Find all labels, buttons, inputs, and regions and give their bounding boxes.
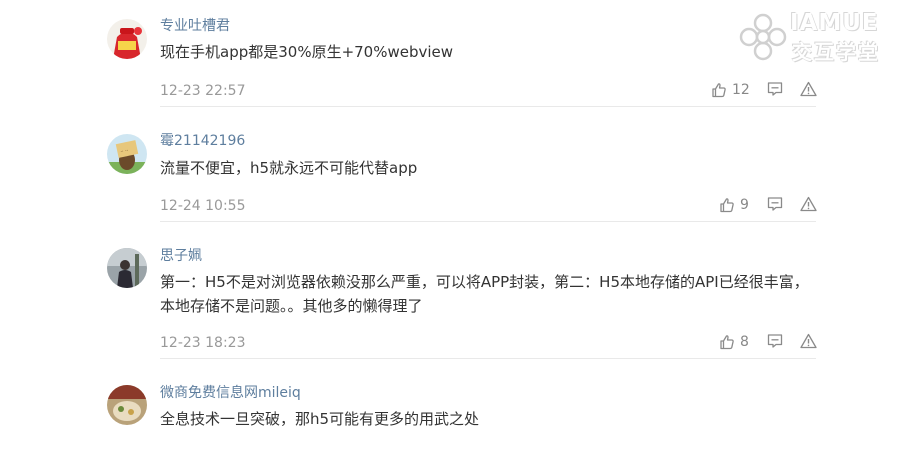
report-button[interactable] bbox=[800, 333, 817, 353]
comment-username[interactable]: 专业吐槽君 bbox=[160, 17, 230, 35]
avatar[interactable]: ·· ·· bbox=[107, 134, 147, 174]
warning-icon bbox=[800, 333, 817, 349]
comment-time: 12-23 22:57 bbox=[160, 83, 246, 99]
comment-time: 12-23 18:23 bbox=[160, 335, 246, 351]
avatar[interactable] bbox=[107, 385, 147, 425]
comment-icon bbox=[767, 197, 783, 211]
report-button[interactable] bbox=[800, 196, 817, 216]
reply-button[interactable] bbox=[767, 81, 783, 101]
warning-icon bbox=[800, 196, 817, 212]
comment-meta-row: 12-24 10:55 9 bbox=[160, 195, 817, 222]
avatar[interactable] bbox=[107, 248, 147, 288]
thumbs-up-icon bbox=[712, 83, 726, 98]
watermark-title: IAMUE bbox=[790, 10, 879, 36]
thumbs-up-icon bbox=[720, 198, 734, 213]
report-button[interactable] bbox=[800, 81, 817, 101]
like-button[interactable]: 12 bbox=[711, 80, 750, 100]
avatar[interactable] bbox=[107, 19, 147, 59]
comment-username[interactable]: 微商免费信息网mileiq bbox=[160, 384, 301, 402]
comment-content: 流量不便宜，h5就永远不可能代替app bbox=[160, 159, 418, 177]
warning-icon bbox=[800, 81, 817, 97]
comment-meta-row: 12-23 18:23 8 bbox=[160, 332, 817, 359]
like-button[interactable]: 9 bbox=[719, 195, 749, 215]
comment-content: 全息技术一旦突破，那h5可能有更多的用武之处 bbox=[160, 410, 480, 428]
comment-icon bbox=[767, 82, 783, 96]
comment-content: 第一：H5不是对浏览器依赖没那么严重，可以将APP封装，第二：H5本地存储的AP… bbox=[160, 273, 809, 315]
comment-icon bbox=[767, 334, 783, 348]
comment-meta-row: 12-23 22:57 12 bbox=[160, 80, 817, 107]
thumbs-up-icon bbox=[720, 335, 734, 350]
comment-username[interactable]: 思子姵 bbox=[160, 247, 202, 265]
reply-button[interactable] bbox=[767, 333, 783, 353]
comment-time: 12-24 10:55 bbox=[160, 198, 246, 214]
comment-username[interactable]: 霉21142196 bbox=[160, 132, 245, 150]
like-count: 12 bbox=[732, 82, 750, 98]
reply-button[interactable] bbox=[767, 196, 783, 216]
like-button[interactable]: 8 bbox=[719, 332, 749, 352]
like-count: 9 bbox=[740, 197, 749, 213]
like-count: 8 bbox=[740, 334, 749, 350]
comment-content: 现在手机app都是30%原生+70%webview bbox=[160, 43, 454, 61]
